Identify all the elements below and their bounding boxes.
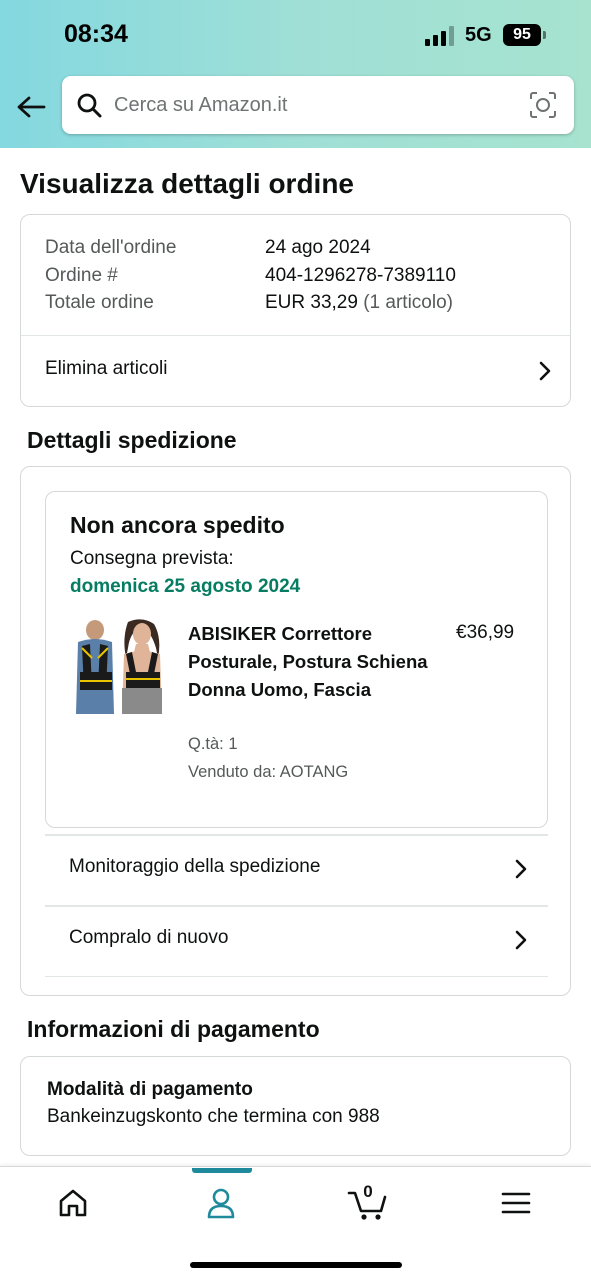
divider	[45, 976, 548, 977]
nav-menu[interactable]	[486, 1181, 546, 1225]
chevron-right-icon	[515, 930, 527, 950]
account-icon	[207, 1188, 235, 1219]
order-number-label: Ordine #	[45, 265, 118, 286]
back-arrow-icon	[17, 96, 46, 118]
product-price: €36,99	[456, 622, 515, 643]
battery-icon: 95	[503, 24, 547, 46]
payment-method-value: Bankeinzugskonto che termina con 988	[47, 1106, 380, 1127]
search-icon	[77, 93, 102, 118]
network-type: 5G	[465, 24, 492, 46]
shipment-status: Non ancora spedito	[70, 512, 285, 538]
track-shipment-link[interactable]: Monitoraggio della spedizione	[45, 834, 548, 904]
delivery-eta-label: Consegna prevista:	[70, 548, 234, 569]
shipping-section-title: Dettagli spedizione	[27, 427, 237, 453]
order-summary-card: Data dell'ordine 24 ago 2024 Ordine # 40…	[20, 214, 571, 407]
battery-level: 95	[503, 24, 541, 46]
shipment-box: Non ancora spedito Consegna prevista: do…	[45, 491, 548, 828]
signal-icon	[425, 26, 454, 46]
active-tab-indicator	[192, 1168, 252, 1173]
nav-cart[interactable]: 0	[338, 1181, 398, 1225]
order-total-value: EUR 33,29	[265, 292, 358, 313]
cart-count: 0	[363, 1182, 373, 1201]
back-button[interactable]	[14, 90, 48, 124]
battery-tip	[543, 31, 546, 39]
payment-section-title: Informazioni di pagamento	[27, 1016, 320, 1042]
track-shipment-label: Monitoraggio della spedizione	[69, 856, 321, 877]
payment-method-title: Modalità di pagamento	[47, 1079, 253, 1100]
menu-icon	[501, 1192, 531, 1214]
order-date-value: 24 ago 2024	[265, 237, 371, 258]
shipping-card: Non ancora spedito Consegna prevista: do…	[20, 466, 571, 996]
app-header: 08:34 5G 95	[0, 0, 591, 148]
remove-items-link[interactable]: Elimina articoli	[21, 336, 570, 406]
chevron-right-icon	[515, 859, 527, 879]
product-quantity: Q.tà: 1	[188, 735, 238, 753]
remove-items-label: Elimina articoli	[45, 358, 168, 379]
order-date-label: Data dell'ordine	[45, 237, 177, 258]
home-icon	[59, 1189, 87, 1217]
buy-again-label: Compralo di nuovo	[69, 927, 229, 948]
nav-account[interactable]	[191, 1181, 251, 1225]
buy-again-link[interactable]: Compralo di nuovo	[45, 905, 548, 975]
camera-search-icon[interactable]	[528, 90, 558, 120]
chevron-right-icon	[539, 361, 551, 381]
order-number-value: 404-1296278-7389110	[265, 265, 456, 286]
product-image[interactable]	[70, 618, 168, 716]
product-title[interactable]: ABISIKER Correttore Posturale, Postura S…	[188, 620, 428, 704]
page-title: Visualizza dettagli ordine	[20, 168, 355, 199]
home-indicator	[190, 1262, 402, 1268]
product-seller: Venduto da: AOTANG	[188, 763, 349, 781]
order-total-label: Totale ordine	[45, 292, 154, 313]
status-time: 08:34	[64, 20, 128, 48]
delivery-eta-date: domenica 25 agosto 2024	[70, 576, 301, 597]
search-input[interactable]	[114, 90, 514, 120]
order-item-count: (1 articolo)	[363, 292, 453, 313]
search-bar[interactable]	[62, 76, 574, 134]
nav-home[interactable]	[43, 1181, 103, 1225]
payment-card: Modalità di pagamento Bankeinzugskonto c…	[20, 1056, 571, 1156]
order-total: EUR 33,29 (1 articolo)	[265, 292, 453, 314]
status-bar: 08:34 5G 95	[0, 0, 591, 70]
